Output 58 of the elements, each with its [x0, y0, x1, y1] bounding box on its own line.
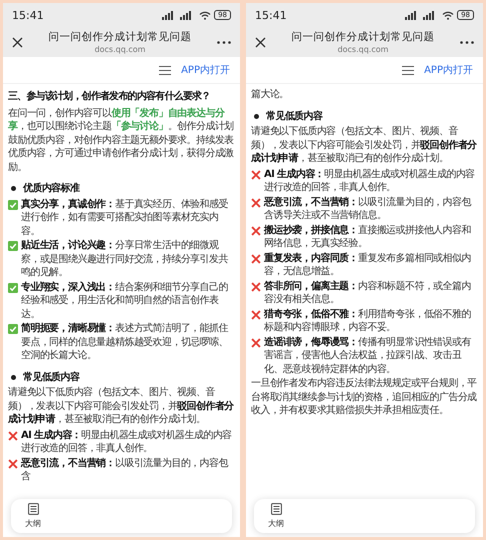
list-heading: 优质内容标准: [23, 182, 80, 196]
cross-icon: [251, 254, 261, 264]
page-url: docs.qq.com: [94, 45, 146, 54]
cross-icon: [251, 338, 261, 348]
cross-icon: [251, 226, 261, 236]
cross-icon: [8, 458, 18, 468]
list-item-text: 猎奇夸张，低俗不雅：利用猎奇夸张，低俗不雅的标题和内容博眼球，内容不妥。: [264, 308, 472, 334]
bullet-icon: [11, 186, 16, 192]
paragraph: 篇大论。: [251, 88, 290, 102]
outline-button[interactable]: 大纲: [268, 503, 284, 529]
open-in-app-button[interactable]: APP内打开: [181, 63, 230, 77]
paragraph: 请避免以下低质内容（包括文本、图片、视频、音频），发表以下内容可能会引发处罚，并驳回创作者分成计划申请，甚至被取消已有的创作分成计划。: [251, 125, 478, 166]
list-item-text: 真实分享，真诚创作：基于真实经历、体验和感受进行创作，如有需要可搭配实拍图等素材充实内容。: [21, 198, 229, 238]
list-item-text: AI 生成内容：明显由机器生成或对机器生成的内容进行改造的回答，非真人创作。: [21, 428, 233, 456]
page-url: docs.qq.com: [338, 45, 388, 54]
list-item-text: 重复发表，内容同质：重复发布多篇相同或相似内容，无信息增益。: [264, 252, 472, 278]
cross-icon: [251, 310, 261, 320]
cross-icon: [251, 282, 261, 292]
list-item-text: 答非所问，偏离主题：内容和标题不符，或全篇内容没有相关信息。: [264, 280, 472, 306]
list-item-text: 搬运抄袭，拼接信息：直接搬运或拼接他人内容和网络信息，无真实经验。: [264, 224, 472, 250]
cross-icon: [8, 430, 18, 440]
checkmark-icon: [8, 324, 18, 334]
checkmark-icon: [8, 282, 18, 292]
list-item-text: 造谣诽谤，侮辱谩骂：传播有明显常识性错误或有害谣言，侵害他人合法权益，拉踩引战、攻击丑化、恶意歧视特定群体的内容。: [264, 336, 472, 376]
wifi-icon: [199, 10, 212, 20]
paragraph: 在问一问，创作内容可以使用「发布」自由表达与分享，也可以围绕讨论主题「参与讨论」。创作分成计划鼓励优质内容，对创作内容主题无额外要求。持续发表优质内容，方可通过申请创作者分成计划，获得分成激励。: [8, 106, 235, 174]
list-item-text: AI 生成内容：明显由机器生成或对机器生成的内容进行改造的回答，非真人创作。: [264, 168, 476, 194]
bullet-icon: [254, 114, 259, 119]
outline-button[interactable]: 大纲: [25, 503, 41, 529]
list-icon: [270, 503, 282, 515]
menu-icon[interactable]: [402, 66, 414, 74]
list-item-text: 恶意引流，不当营销：以吸引流量为目的，内容包含: [21, 456, 230, 484]
list-item-text: 恶意引流，不当营销：以吸引流量为目的，内容包含诱导关注或不当营销信息。: [264, 196, 472, 222]
bullet-icon: [11, 374, 16, 380]
list-item-text: 简明扼要，清晰易懂：表述方式简洁明了，能抓住要点，同样的信息量越精炼越受欢迎，切忌啰嗦、空洞的长篇大论。: [21, 322, 230, 362]
list-icon: [28, 503, 38, 515]
checkmark-icon: [8, 200, 18, 210]
more-icon[interactable]: [217, 40, 231, 44]
cross-icon: [251, 198, 261, 208]
menu-icon[interactable]: [159, 66, 172, 74]
list-item-text: 专业翔实，深入浅出：结合案例和细节分享自己的经验和感受，用生活化和简明自然的语言创作表达。: [21, 280, 229, 321]
checkmark-icon: [8, 241, 18, 251]
paragraph: 一旦创作者发布内容违反法律法规规定或平台规则，平台将取消其继续参与计划的资格，追回相应的广告分成收入，并有权要求其赔偿损失并承担相应责任。: [251, 377, 478, 418]
list-heading: 常见低质内容: [266, 110, 322, 123]
list-item-text: 贴近生活，讨论兴趣：分享日常生活中的细微观察，或是围绕兴趣进行同好交流，持续分享引发共鸣的见解。: [21, 239, 230, 280]
close-icon[interactable]: [255, 36, 266, 48]
cross-icon: [251, 170, 261, 180]
open-in-app-button[interactable]: APP内打开: [424, 63, 473, 77]
more-icon[interactable]: [460, 40, 474, 44]
list-heading: 常见低质内容: [23, 370, 80, 384]
page-title: 问一问创作分成计划常见问题: [48, 30, 192, 44]
status-time: 15:41: [255, 8, 287, 22]
page-title: 问一问创作分成计划常见问题: [292, 30, 434, 44]
paragraph: 请避免以下低质内容（包括文本、图片、视频、音频），发表以下内容可能会引发处罚，并驳回创作者分成计划申请，甚至被取消已有的创作分成计划。: [8, 386, 235, 426]
status-time: 15:41: [12, 8, 44, 22]
section-heading: 三、参与该计划，创作者发布的内容有什么要求？: [8, 90, 212, 104]
close-icon[interactable]: [12, 36, 23, 48]
wifi-icon: [442, 10, 454, 20]
